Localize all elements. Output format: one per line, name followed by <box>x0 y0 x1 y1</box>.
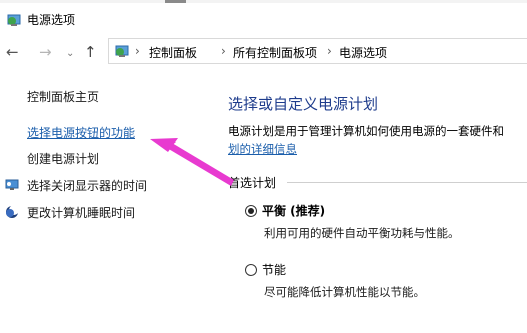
sidebar-item-sleep-time[interactable]: 更改计算机睡眠时间 <box>27 204 135 221</box>
section-label-preferred: 首选计划 <box>228 176 277 190</box>
back-arrow-icon[interactable]: ← <box>6 43 19 61</box>
window-title: 电源选项 <box>27 13 76 27</box>
sidebar-item-power-button[interactable]: 选择电源按钮的功能 <box>27 124 135 141</box>
breadcrumb-separator: › <box>135 44 140 58</box>
page-title: 选择或自定义电源计划 <box>228 95 379 113</box>
breadcrumb-all-items[interactable]: 所有控制面板项 <box>233 44 317 61</box>
navigation-bar: ← → ⌄ ↑ › 控制面板 › 所有控制面板项 › 电源选项 <box>0 37 527 67</box>
plan-name-balanced[interactable]: 平衡 (推荐) <box>262 202 325 219</box>
radio-balanced[interactable] <box>245 205 257 217</box>
monitor-icon <box>5 179 19 190</box>
plan-name-power-saver[interactable]: 节能 <box>262 261 286 278</box>
title-bar: 电源选项 <box>0 3 527 35</box>
description-text: 电源计划是用于管理计算机如何使用电源的一套硬件和 <box>228 124 504 138</box>
radio-power-saver[interactable] <box>245 264 257 276</box>
up-arrow-icon[interactable]: ↑ <box>84 43 97 61</box>
control-panel-icon <box>115 45 129 57</box>
breadcrumb-power-options[interactable]: 电源选项 <box>339 44 387 61</box>
recent-locations-icon[interactable]: ⌄ <box>66 45 74 63</box>
section-divider <box>287 182 527 183</box>
sidebar-item-display-off[interactable]: 选择关闭显示器的时间 <box>27 177 147 194</box>
address-bar[interactable]: › 控制面板 › 所有控制面板项 › 电源选项 <box>108 38 527 64</box>
forward-arrow-icon[interactable]: → <box>39 43 52 61</box>
sidebar-item-control-panel-home[interactable]: 控制面板主页 <box>27 88 99 105</box>
power-options-icon <box>7 14 21 26</box>
breadcrumb-control-panel[interactable]: 控制面板 <box>149 44 197 61</box>
sleep-moon-icon <box>6 205 19 218</box>
breadcrumb-separator[interactable]: › <box>221 44 226 58</box>
plan-desc-power-saver: 尽可能降低计算机性能以节能。 <box>264 285 425 299</box>
sidebar-item-create-plan[interactable]: 创建电源计划 <box>27 150 99 167</box>
details-link[interactable]: 划的详细信息 <box>228 141 297 157</box>
plan-desc-balanced: 利用可用的硬件自动平衡功耗与性能。 <box>264 226 460 240</box>
breadcrumb-separator[interactable]: › <box>327 44 332 58</box>
